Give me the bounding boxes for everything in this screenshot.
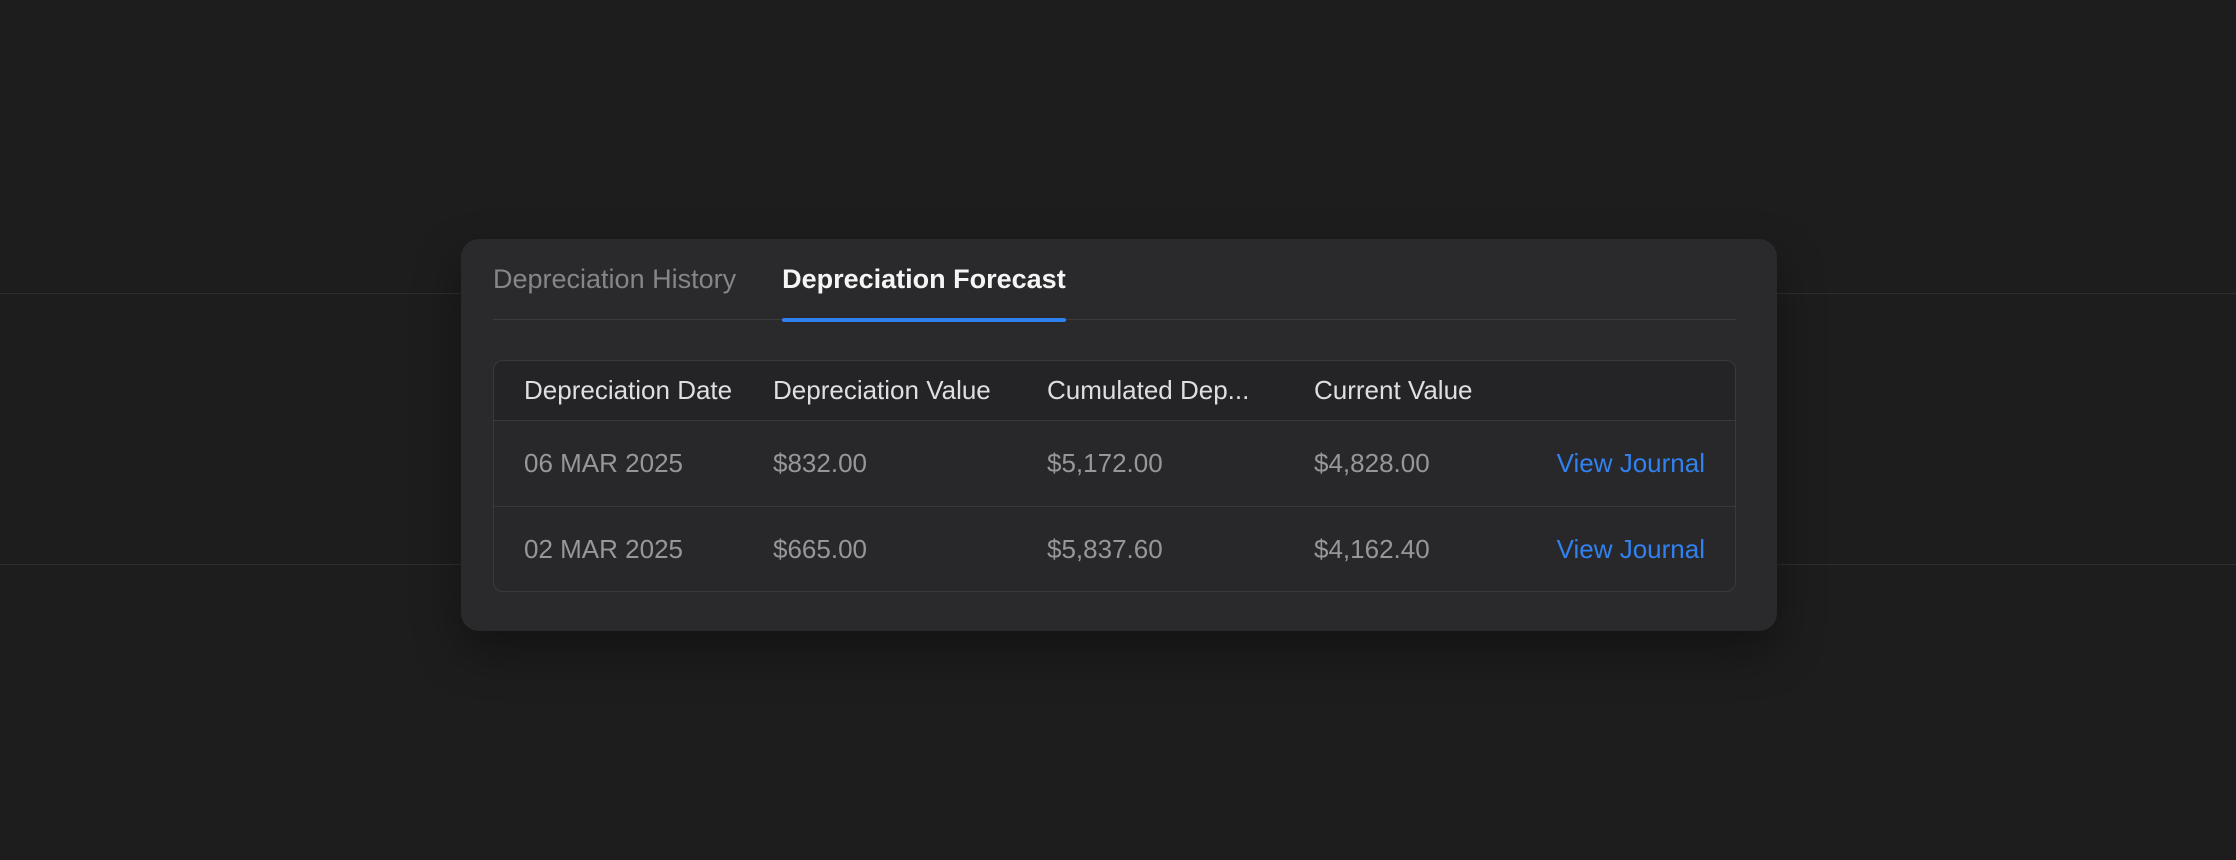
cell-cumulated-dep: $5,837.60 — [1047, 534, 1314, 565]
column-header-cumulated-dep: Cumulated Dep... — [1047, 375, 1314, 406]
tab-depreciation-history[interactable]: Depreciation History — [493, 239, 736, 320]
cell-depreciation-value: $665.00 — [773, 534, 1047, 565]
tab-label: Depreciation Forecast — [782, 264, 1066, 294]
table-row: 06 MAR 2025 $832.00 $5,172.00 $4,828.00 … — [494, 421, 1735, 506]
depreciation-forecast-table: Depreciation Date Depreciation Value Cum… — [493, 360, 1736, 592]
table-row: 02 MAR 2025 $665.00 $5,837.60 $4,162.40 … — [494, 506, 1735, 591]
cell-current-value: $4,162.40 — [1314, 534, 1544, 565]
cell-depreciation-date: 06 MAR 2025 — [524, 448, 773, 479]
cell-cumulated-dep: $5,172.00 — [1047, 448, 1314, 479]
cell-current-value: $4,828.00 — [1314, 448, 1544, 479]
view-journal-link[interactable]: View Journal — [1557, 448, 1705, 478]
cell-depreciation-value: $832.00 — [773, 448, 1047, 479]
view-journal-link[interactable]: View Journal — [1557, 534, 1705, 564]
tab-bar: Depreciation History Depreciation Foreca… — [493, 239, 1736, 320]
column-header-depreciation-date: Depreciation Date — [524, 375, 773, 406]
column-header-current-value: Current Value — [1314, 375, 1544, 406]
active-tab-indicator — [782, 318, 1066, 322]
column-header-depreciation-value: Depreciation Value — [773, 375, 1047, 406]
cell-depreciation-date: 02 MAR 2025 — [524, 534, 773, 565]
tab-depreciation-forecast[interactable]: Depreciation Forecast — [782, 239, 1066, 320]
table-header-row: Depreciation Date Depreciation Value Cum… — [494, 361, 1735, 421]
depreciation-card: Depreciation History Depreciation Foreca… — [461, 239, 1777, 631]
